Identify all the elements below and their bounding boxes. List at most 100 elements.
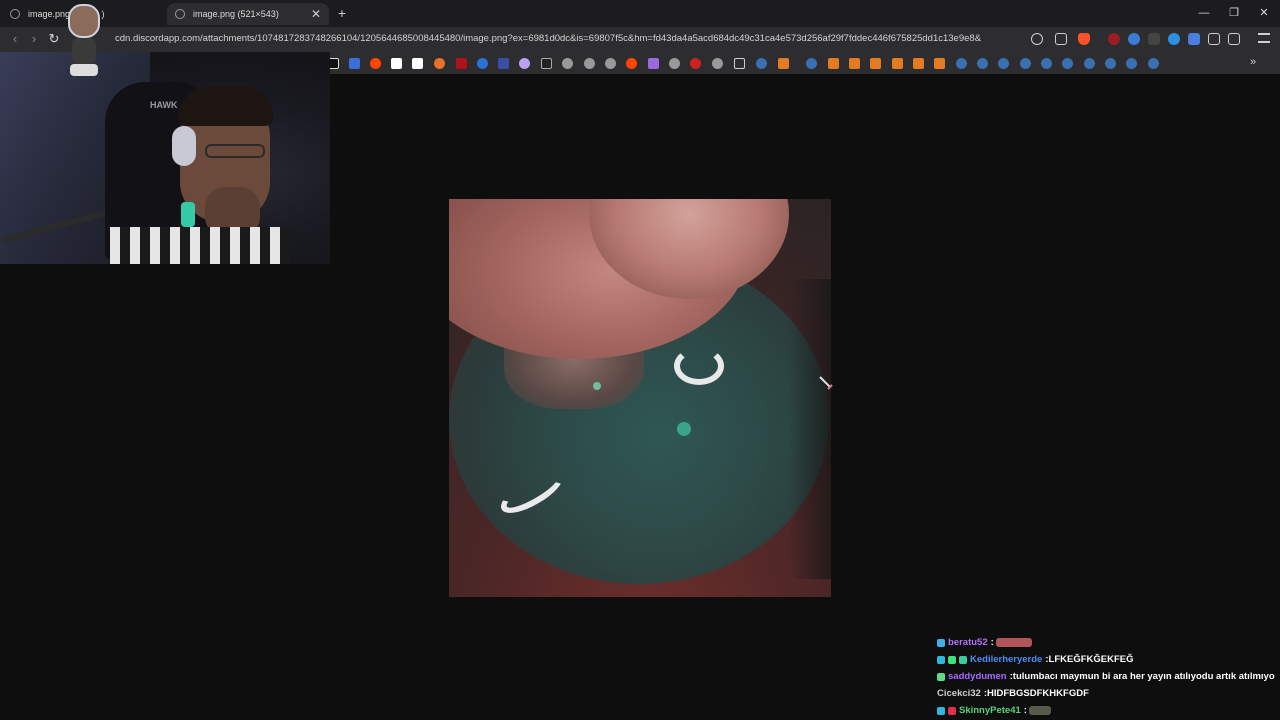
avatar-feet xyxy=(70,64,98,76)
bookmark-icon[interactable] xyxy=(892,58,903,69)
chat-username[interactable]: Kedilerheryerde xyxy=(970,654,1042,665)
new-tab-button[interactable]: + xyxy=(334,3,350,23)
avatar-sticker xyxy=(64,4,104,78)
folder-icon[interactable] xyxy=(734,58,745,69)
light-glint xyxy=(674,347,724,385)
globe-icon[interactable] xyxy=(712,58,723,69)
extension-icon[interactable] xyxy=(1188,33,1200,45)
puzzle-icon[interactable] xyxy=(1208,33,1220,45)
tab-image-2[interactable]: image.png (521×543) ✕ xyxy=(167,3,329,25)
bookmark-icon[interactable] xyxy=(828,58,839,69)
minimize-button[interactable]: — xyxy=(1190,3,1218,23)
steam-icon[interactable] xyxy=(756,58,767,69)
forward-button[interactable]: › xyxy=(25,30,43,48)
reload-button[interactable]: ↻ xyxy=(45,30,63,48)
steam-icon[interactable] xyxy=(977,58,988,69)
close-window-button[interactable]: ✕ xyxy=(1250,3,1278,23)
chat-separator: : xyxy=(990,637,994,648)
steam-icon[interactable] xyxy=(1084,58,1095,69)
badge-icon xyxy=(937,672,945,681)
bookmarks-overflow-button[interactable]: » xyxy=(1250,56,1256,68)
headphones xyxy=(172,126,196,166)
globe-icon[interactable] xyxy=(584,58,595,69)
extension-icon[interactable] xyxy=(1168,33,1180,45)
toolbar: ‹ › ↻ cdn.discordapp.com/attachments/107… xyxy=(0,27,1280,52)
chat-message: saddydumen: tulumbacı maymun bi ara her … xyxy=(937,668,1280,685)
chat-username[interactable]: Cicekci32 xyxy=(937,688,981,699)
webcam-overlay: HAWK xyxy=(0,52,330,264)
steam-icon[interactable] xyxy=(956,58,967,69)
marble-speck xyxy=(677,422,691,436)
zoom-icon[interactable] xyxy=(1031,33,1043,45)
badge-icon xyxy=(937,655,945,664)
share-icon[interactable] xyxy=(1055,33,1067,45)
brave-shield-icon[interactable] xyxy=(1078,33,1090,45)
restore-button[interactable]: ❐ xyxy=(1220,3,1248,23)
sidebar-icon[interactable] xyxy=(1228,33,1240,45)
mic-light xyxy=(181,202,195,227)
address-bar[interactable]: cdn.discordapp.com/attachments/107481728… xyxy=(115,33,981,44)
emote-icon xyxy=(1028,706,1051,715)
striped-shirt xyxy=(110,227,290,264)
chat-username[interactable]: saddydumen xyxy=(948,671,1007,682)
bookmark-icon[interactable] xyxy=(456,58,467,69)
chat-message: Cicekci32: HIDFBGSDFKHKFGDF xyxy=(937,685,1280,702)
bookmark-icon[interactable] xyxy=(778,58,789,69)
amazon-icon[interactable] xyxy=(412,58,423,69)
tab-strip: image.png () image.png (521×543) ✕ + — ❐… xyxy=(0,0,1280,27)
reddit-icon[interactable] xyxy=(370,58,381,69)
chat-message: Kedilerheryerde: LFKEĞFKĞEKFEĞ xyxy=(937,651,1280,668)
bookmark-icon[interactable] xyxy=(519,58,530,69)
badge-icon xyxy=(948,655,956,664)
back-button[interactable]: ‹ xyxy=(6,30,24,48)
streamer-hair xyxy=(178,86,273,126)
globe-icon[interactable] xyxy=(562,58,573,69)
globe-icon xyxy=(175,9,185,19)
chat-text: HIDFBGSDFKHKFGDF xyxy=(987,688,1089,699)
steam-icon[interactable] xyxy=(1148,58,1159,69)
emote-icon xyxy=(995,638,1032,647)
globe-icon xyxy=(10,9,20,19)
steam-icon[interactable] xyxy=(1126,58,1137,69)
bookmark-icon[interactable] xyxy=(349,58,360,69)
badge-icon xyxy=(937,706,945,715)
badge-icon xyxy=(937,638,945,647)
reddit-icon[interactable] xyxy=(626,58,637,69)
chat-message: SkinnyPete41: xyxy=(937,702,1280,719)
menu-icon[interactable] xyxy=(1258,33,1270,43)
steam-icon[interactable] xyxy=(1062,58,1073,69)
bookmark-icon[interactable] xyxy=(870,58,881,69)
bookmark-icon[interactable] xyxy=(934,58,945,69)
bookmark-icon[interactable] xyxy=(498,58,509,69)
bookmark-icon[interactable] xyxy=(541,58,552,69)
ublock-icon[interactable] xyxy=(1108,33,1120,45)
tab-title: image.png (521×543) xyxy=(193,9,279,19)
chat-username[interactable]: beratu52 xyxy=(948,637,988,648)
bookmark-icon[interactable] xyxy=(913,58,924,69)
bookmark-icon[interactable] xyxy=(391,58,402,69)
steam-icon[interactable] xyxy=(998,58,1009,69)
chat-username[interactable]: SkinnyPete41 xyxy=(959,705,1021,716)
bookmark-icon[interactable] xyxy=(477,58,488,69)
extension-icon[interactable] xyxy=(1128,33,1140,45)
image-viewer[interactable] xyxy=(449,199,831,597)
chair-logo: HAWK xyxy=(150,100,178,110)
bookmark-icon[interactable] xyxy=(434,58,445,69)
globe-icon[interactable] xyxy=(669,58,680,69)
steam-icon[interactable] xyxy=(1041,58,1052,69)
chat-separator: : xyxy=(1023,705,1027,716)
globe-icon[interactable] xyxy=(605,58,616,69)
extension-icon[interactable] xyxy=(1148,33,1160,45)
steam-icon[interactable] xyxy=(1105,58,1116,69)
bookmark-icon[interactable] xyxy=(648,58,659,69)
steam-icon[interactable] xyxy=(1020,58,1031,69)
bookmark-icon[interactable] xyxy=(849,58,860,69)
avatar-head xyxy=(68,4,100,38)
steam-icon[interactable] xyxy=(806,58,817,69)
chat-text: LFKEĞFKĞEKFEĞ xyxy=(1048,654,1134,665)
bookmark-icon[interactable] xyxy=(690,58,701,69)
sword-cursor-icon xyxy=(819,376,833,390)
shadow xyxy=(789,279,831,579)
badge-icon xyxy=(948,706,956,715)
close-icon[interactable]: ✕ xyxy=(311,7,321,21)
